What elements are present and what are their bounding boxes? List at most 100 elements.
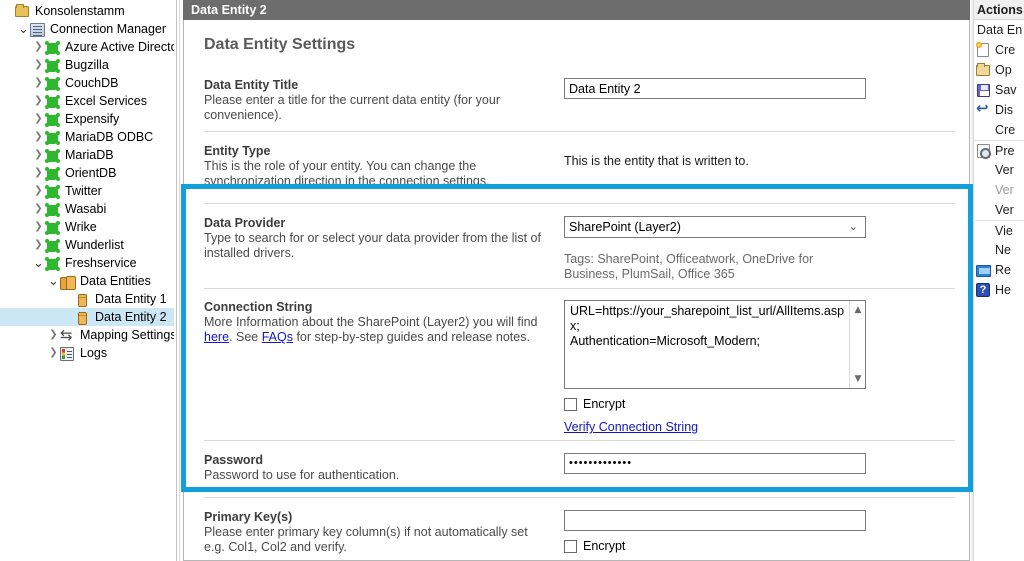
tree-item-konsolenstamm[interactable]: Konsolenstamm [0,2,174,20]
chevron-right-icon[interactable]: ❯ [32,236,45,254]
scroll-down-icon[interactable]: ▼ [850,371,866,387]
tree-item-twitter[interactable]: ❯ Twitter [0,182,174,200]
tree-item-label: OrientDB [65,166,117,180]
tree-item-azure-active-directory[interactable]: ❯ Azure Active Directory [0,38,174,56]
chevron-down-icon[interactable]: ⌄ [17,23,30,36]
connector-plug-icon [45,201,62,217]
action-item-1[interactable]: Op [971,60,1024,80]
tree-item-couchdb[interactable]: ❯ CouchDB [0,74,174,92]
tree-item-excel-services[interactable]: ❯ Excel Services [0,92,174,110]
chevron-down-icon[interactable]: ⌄ [32,257,45,270]
faqs-link[interactable]: FAQs [262,330,293,344]
action-item-12[interactable]: ? He [971,280,1024,300]
primary-keys-encrypt-row[interactable]: Encrypt [564,539,955,553]
new-document-icon-glyph [976,42,989,57]
help-icon-glyph: ? [976,283,990,297]
tree-item-label: Logs [80,346,108,360]
preview-icon [975,143,991,159]
action-item-5[interactable]: Pre [971,140,1024,160]
chevron-right-icon[interactable]: ❯ [32,38,45,56]
chevron-right-icon[interactable]: ❯ [32,110,45,128]
data-provider-select[interactable]: SharePoint (Layer2) ⌄ [564,216,866,238]
tree-item-data-entity-1[interactable]: Data Entity 1 [0,290,174,308]
tree-item-data-entity-2[interactable]: Data Entity 2 [0,308,174,326]
connection-string-textarea[interactable]: URL=https://your_sharepoint_list_url/All… [564,300,866,389]
tree-item-bugzilla[interactable]: ❯ Bugzilla [0,56,174,74]
section-control-block: Encrypt Verify Primary Key [564,508,955,560]
connector-plug-icon-glyph [45,77,60,91]
console-tree-pane[interactable]: Konsolenstamm ⌄ Connection Manager ❯ Azure A… [0,0,174,561]
encrypt-label: Encrypt [583,397,626,411]
tree-item-label: Expensify [65,112,120,126]
section-help-text: Password to use for authentication. [204,468,400,482]
encrypt-checkbox[interactable] [564,397,577,411]
action-item-0[interactable]: Cre [971,40,1024,60]
tree-item-expensify[interactable]: ❯ Expensify [0,110,174,128]
here-link[interactable]: here [204,330,229,344]
tree-item-freshservice[interactable]: ⌄ Freshservice [0,254,174,272]
help-text-part2: . See [229,330,262,344]
chevron-right-icon[interactable]: ❯ [47,344,60,362]
connection-string-encrypt-row[interactable]: Encrypt [564,397,955,411]
textarea-scrollbar[interactable]: ▲ ▼ [849,301,865,388]
action-item-8[interactable]: Ver [971,200,1024,220]
connector-plug-icon [45,57,62,73]
connector-plug-icon [45,93,62,109]
tree-item-logs[interactable]: ❯ Logs [0,344,174,362]
actions-pane-edge [971,0,974,561]
tree-item-mariadb[interactable]: ❯ MariaDB [0,146,174,164]
chevron-right-icon[interactable]: ❯ [32,128,45,146]
tree-item-data-entities[interactable]: ⌄ Data Entities [0,272,174,290]
primary-keys-input[interactable] [564,510,866,531]
tree-item-mariadb-odbc[interactable]: ❯ MariaDB ODBC [0,128,174,146]
chevron-down-icon[interactable]: ⌄ [47,275,60,288]
section-control-block [564,76,955,123]
data-entity-title-input[interactable] [564,78,866,99]
logs-icon [60,345,77,361]
chevron-right-icon[interactable]: ❯ [32,146,45,164]
chevron-right-icon[interactable]: ❯ [32,74,45,92]
scroll-up-icon[interactable]: ▲ [850,302,866,318]
password-input[interactable]: ••••••••••••• [564,453,866,474]
chevron-right-icon[interactable]: ❯ [32,218,45,236]
tree-item-connection-manager[interactable]: ⌄ Connection Manager [0,20,174,38]
chevron-right-icon[interactable]: ❯ [32,92,45,110]
section-data-entity-title: Data Entity Title Please enter a title f… [204,70,955,131]
open-folder-icon-glyph [976,63,990,76]
section-help-text: Please enter primary key column(s) if no… [204,525,528,554]
tree-item-wunderlist[interactable]: ❯ Wunderlist [0,236,174,254]
action-item-9[interactable]: Vie [971,220,1024,240]
connector-plug-icon-glyph [45,185,60,199]
action-item-label: Ver [995,203,1014,217]
open-folder-icon [975,62,991,78]
action-item-2[interactable]: Sav [971,80,1024,100]
encrypt-checkbox[interactable] [564,539,577,553]
action-item-7: Ver [971,180,1024,200]
tree-item-label: Mapping Settings [80,328,174,342]
chevron-right-icon[interactable]: ❯ [32,182,45,200]
section-label: Connection String [204,300,313,314]
chevron-right-icon[interactable]: ❯ [47,326,60,344]
action-item-10[interactable]: Ne [971,240,1024,260]
action-icon-spacer [975,182,991,198]
chevron-right-icon[interactable]: ❯ [32,200,45,218]
verify-connection-string-link[interactable]: Verify Connection String [564,420,698,434]
action-item-6[interactable]: Ver [971,160,1024,180]
action-item-4[interactable]: Cre [971,120,1024,140]
chevron-right-icon[interactable]: ❯ [32,164,45,182]
tree-item-wrike[interactable]: ❯ Wrike [0,218,174,236]
tree-item-orientdb[interactable]: ❯ OrientDB [0,164,174,182]
rename-icon [975,262,991,278]
action-item-label: Op [995,63,1012,77]
action-item-11[interactable]: Re [971,260,1024,280]
connection-string-value: URL=https://your_sharepoint_list_url/All… [570,304,845,348]
chevron-right-icon[interactable]: ❯ [32,56,45,74]
tree-item-wasabi[interactable]: ❯ Wasabi [0,200,174,218]
connector-plug-icon-glyph [45,239,60,253]
action-item-3[interactable]: Dis [971,100,1024,120]
action-item-label: He [995,283,1011,297]
pane-splitter[interactable] [174,0,183,561]
help-text-part1: More Information about the SharePoint (L… [204,315,538,329]
tree-item-label: Bugzilla [65,58,109,72]
tree-item-mapping-settings[interactable]: ❯ Mapping Settings [0,326,174,344]
